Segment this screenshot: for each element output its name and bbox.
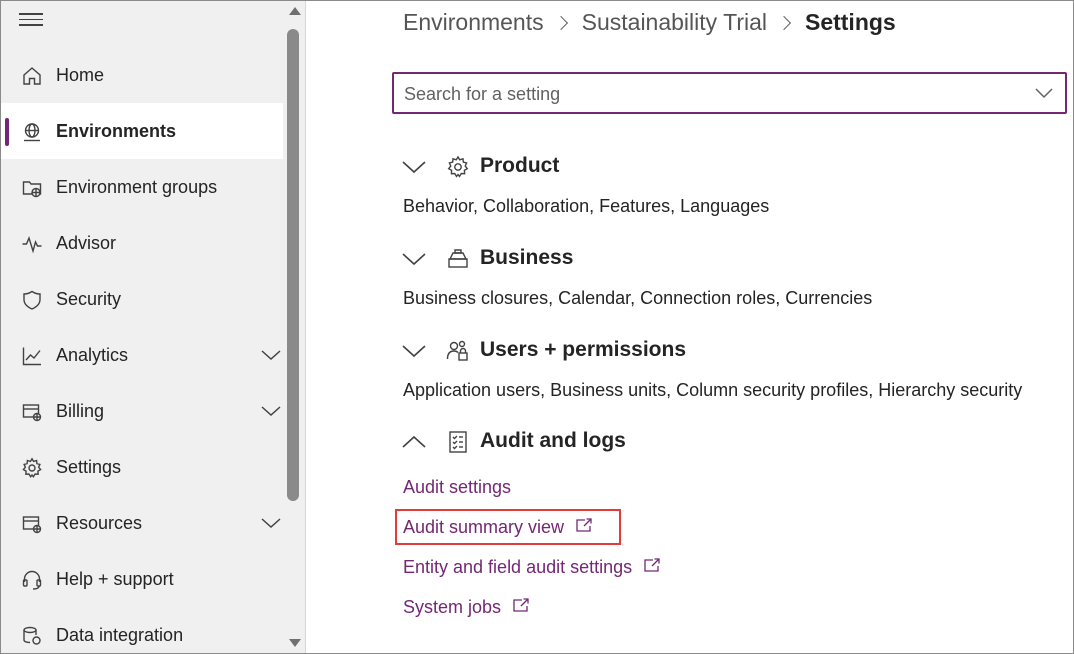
sidebar-item-label: Data integration [56,624,184,645]
gear-icon [21,457,43,479]
sidebar-item-label: Settings [56,456,122,477]
settings-search-box[interactable] [392,72,1067,114]
sidebar-item-home[interactable]: Home [1,47,283,103]
checklist-icon [446,430,470,454]
system-jobs-link[interactable]: System jobs [403,597,530,618]
link-label: System jobs [403,597,502,617]
sidebar-item-security[interactable]: Security [1,271,283,327]
section-description: Behavior, Collaboration, Features, Langu… [403,196,770,216]
link-label: Audit summary view [403,517,565,537]
link-label: Audit settings [403,477,512,497]
business-icon [446,247,470,271]
chevron-down-icon[interactable] [401,158,427,176]
entity-field-audit-settings-link[interactable]: Entity and field audit settings [403,557,661,578]
section-title[interactable]: Business [480,246,573,270]
billing-icon [21,401,43,423]
chevron-down-icon[interactable] [1035,86,1053,99]
sidebar-item-label: Help + support [56,568,174,589]
audit-settings-link[interactable]: Audit settings [403,477,511,498]
sidebar-item-advisor[interactable]: Advisor [1,215,283,271]
sidebar-item-label: Home [56,64,105,85]
sidebar-nav: Home Environments Environment groups Adv… [1,1,283,653]
sidebar-item-label: Advisor [56,232,117,253]
sidebar-item-label: Security [56,288,122,309]
open-in-new-window-icon [512,597,530,613]
section-description: Application users, Business units, Colum… [403,380,1023,400]
breadcrumb-environment[interactable]: Sustainability Trial [582,9,767,36]
environment-groups-icon [21,177,43,199]
chevron-down-icon[interactable] [260,515,282,531]
sidebar-item-help-support[interactable]: Help + support [1,551,283,607]
search-input[interactable] [404,82,1004,106]
resources-icon [21,513,43,535]
sidebar-divider [305,1,306,653]
shield-icon [21,289,43,311]
section-description: Business closures, Calendar, Connection … [403,288,873,308]
section-title[interactable]: Audit and logs [480,429,626,453]
sidebar-item-data-integration[interactable]: Data integration [1,607,283,653]
sidebar-item-resources[interactable]: Resources [1,495,283,551]
section-title[interactable]: Product [480,154,559,178]
sidebar-item-label: Analytics [56,344,129,365]
pulse-icon [21,233,43,255]
home-icon [21,65,43,87]
link-label: Entity and field audit settings [403,557,633,577]
chevron-right-icon [553,15,568,30]
hamburger-menu-icon[interactable] [19,13,43,29]
scroll-down-arrow-icon[interactable] [289,639,301,647]
sidebar-item-label: Environments [56,120,177,141]
sidebar-item-analytics[interactable]: Analytics [1,327,283,383]
chevron-down-icon[interactable] [401,250,427,268]
breadcrumb: Environments Sustainability Trial Settin… [403,9,896,36]
open-in-new-window-icon [575,517,593,533]
sidebar-item-settings[interactable]: Settings [1,439,283,495]
sidebar-item-label: Environment groups [56,176,218,197]
sidebar-item-billing[interactable]: Billing [1,383,283,439]
people-lock-icon [446,339,470,363]
headset-icon [21,569,43,591]
chevron-right-icon [776,15,792,30]
sidebar-scrollbar[interactable] [283,1,305,653]
chevron-down-icon[interactable] [260,403,282,419]
open-in-new-window-icon [643,557,661,573]
app-window: Home Environments Environment groups Adv… [0,0,1074,654]
scrollbar-thumb[interactable] [287,29,299,501]
chart-line-icon [21,345,43,367]
chevron-down-icon[interactable] [260,347,282,363]
sidebar-item-environments[interactable]: Environments [1,103,283,159]
audit-summary-view-link[interactable]: Audit summary view [403,517,593,538]
sidebar-item-label: Resources [56,512,143,533]
sidebar-item-label: Billing [56,400,105,421]
gear-icon [446,155,470,179]
sidebar-item-environment-groups[interactable]: Environment groups [1,159,283,215]
data-integration-icon [21,625,43,647]
scroll-up-arrow-icon[interactable] [289,7,301,15]
globe-icon [21,121,43,143]
section-title[interactable]: Users + permissions [480,338,686,362]
chevron-down-icon[interactable] [401,342,427,360]
chevron-up-icon[interactable] [401,433,427,451]
breadcrumb-environments[interactable]: Environments [403,9,544,36]
page-title: Settings [804,9,896,35]
